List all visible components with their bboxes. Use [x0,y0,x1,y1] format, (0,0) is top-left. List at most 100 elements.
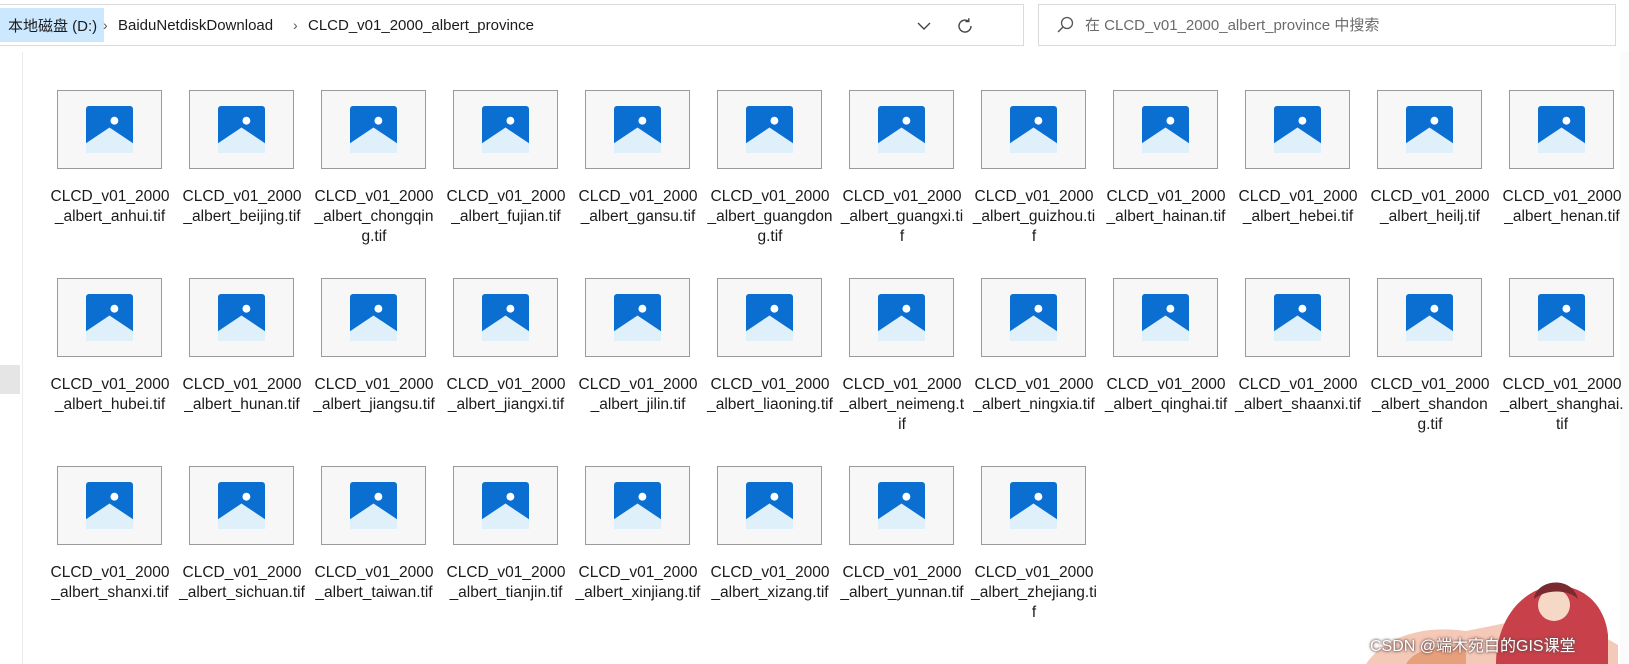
image-file-icon [482,106,529,153]
file-item[interactable]: CLCD_v01_2000_albert_shanghai.tif [1499,272,1629,460]
file-item[interactable]: CLCD_v01_2000_albert_xinjiang.tif [575,460,707,648]
navigation-bar: 本地磁盘 (D:) › BaiduNetdiskDownload › CLCD_… [0,0,1629,52]
file-item[interactable]: CLCD_v01_2000_albert_shandong.tif [1367,272,1499,460]
file-item[interactable]: CLCD_v01_2000_albert_anhui.tif [47,84,179,272]
file-item[interactable]: CLCD_v01_2000_albert_guangxi.tif [839,84,971,272]
file-item[interactable]: CLCD_v01_2000_albert_jilin.tif [575,272,707,460]
search-box[interactable] [1038,4,1616,46]
file-name: CLCD_v01_2000_albert_tianjin.tif [446,564,566,601]
file-item[interactable]: CLCD_v01_2000_albert_sichuan.tif [179,460,311,648]
search-icon [1057,16,1074,33]
file-thumbnail [1245,90,1350,169]
file-thumbnail [717,466,822,545]
file-item[interactable]: CLCD_v01_2000_albert_qinghai.tif [1103,272,1235,460]
file-thumbnail [981,466,1086,545]
breadcrumb-separator-icon[interactable]: › [103,8,108,42]
file-thumbnail [453,278,558,357]
file-name: CLCD_v01_2000_albert_sichuan.tif [179,564,305,601]
file-item[interactable]: CLCD_v01_2000_albert_heilj.tif [1367,84,1499,272]
file-name: CLCD_v01_2000_albert_henan.tif [1502,188,1622,225]
file-item[interactable]: CLCD_v01_2000_albert_hebei.tif [1235,84,1367,272]
image-file-icon [1142,294,1189,341]
breadcrumb-separator-icon[interactable]: › [293,8,298,42]
file-name: CLCD_v01_2000_albert_jilin.tif [578,376,698,413]
file-thumbnail [1509,278,1614,357]
file-thumbnail [189,278,294,357]
file-item[interactable]: CLCD_v01_2000_albert_hainan.tif [1103,84,1235,272]
history-dropdown-button[interactable] [909,11,939,41]
file-item[interactable]: CLCD_v01_2000_albert_zhejiang.tif [971,460,1103,648]
breadcrumb-drive[interactable]: 本地磁盘 (D:) [0,8,105,42]
image-file-icon [878,106,925,153]
file-thumbnail [453,90,558,169]
file-item[interactable]: CLCD_v01_2000_albert_neimeng.tif [839,272,971,460]
file-thumbnail [321,466,426,545]
file-name: CLCD_v01_2000_albert_fujian.tif [446,188,566,225]
file-name: CLCD_v01_2000_albert_qinghai.tif [1104,376,1228,413]
file-name: CLCD_v01_2000_albert_taiwan.tif [314,564,434,601]
image-file-icon [614,106,661,153]
image-file-icon [878,294,925,341]
file-name: CLCD_v01_2000_albert_zhejiang.tif [971,564,1097,621]
file-item[interactable]: CLCD_v01_2000_albert_yunnan.tif [839,460,971,648]
file-item[interactable]: CLCD_v01_2000_albert_tianjin.tif [443,460,575,648]
breadcrumb-current-folder[interactable]: CLCD_v01_2000_albert_province [308,8,534,42]
file-item[interactable]: CLCD_v01_2000_albert_hunan.tif [179,272,311,460]
file-name: CLCD_v01_2000_albert_guizhou.tif [972,188,1096,245]
file-item[interactable]: CLCD_v01_2000_albert_taiwan.tif [311,460,443,648]
watermark-text: CSDN @端木宛白的GIS课堂 [1370,638,1576,655]
file-item[interactable]: CLCD_v01_2000_albert_liaoning.tif [707,272,839,460]
image-file-icon [746,294,793,341]
file-thumbnail [1245,278,1350,357]
file-item[interactable]: CLCD_v01_2000_albert_beijing.tif [179,84,311,272]
file-name: CLCD_v01_2000_albert_liaoning.tif [707,376,833,413]
file-thumbnail [717,278,822,357]
search-input[interactable] [1085,13,1605,37]
file-item[interactable]: CLCD_v01_2000_albert_xizang.tif [707,460,839,648]
image-file-icon [878,482,925,529]
file-thumbnail [453,466,558,545]
file-item[interactable]: CLCD_v01_2000_albert_shaanxi.tif [1235,272,1367,460]
file-item[interactable]: CLCD_v01_2000_albert_chongqing.tif [311,84,443,272]
address-bar[interactable]: 本地磁盘 (D:) › BaiduNetdiskDownload › CLCD_… [0,4,1024,46]
file-thumbnail [321,278,426,357]
file-item[interactable]: CLCD_v01_2000_albert_guizhou.tif [971,84,1103,272]
file-name: CLCD_v01_2000_albert_shaanxi.tif [1235,376,1361,413]
image-file-icon [350,482,397,529]
file-item[interactable]: CLCD_v01_2000_albert_ningxia.tif [971,272,1103,460]
file-name: CLCD_v01_2000_albert_heilj.tif [1370,188,1490,225]
file-item[interactable]: CLCD_v01_2000_albert_hubei.tif [47,272,179,460]
file-item[interactable]: CLCD_v01_2000_albert_jiangxi.tif [443,272,575,460]
file-item[interactable]: CLCD_v01_2000_albert_shanxi.tif [47,460,179,648]
image-file-icon [1274,106,1321,153]
file-thumbnail [189,466,294,545]
navigation-pane-edge [0,52,23,664]
image-file-icon [1538,106,1585,153]
file-name: CLCD_v01_2000_albert_xinjiang.tif [575,564,701,601]
file-thumbnail [57,466,162,545]
file-item[interactable]: CLCD_v01_2000_albert_jiangsu.tif [311,272,443,460]
navigation-pane-resize-handle[interactable] [0,365,20,394]
file-thumbnail [849,466,954,545]
image-file-icon [1538,294,1585,341]
breadcrumb-baidunetdisk[interactable]: BaiduNetdiskDownload [118,8,273,42]
file-thumbnail [1377,278,1482,357]
image-file-icon [218,482,265,529]
file-item[interactable]: CLCD_v01_2000_albert_guangdong.tif [707,84,839,272]
image-file-icon [614,482,661,529]
refresh-button[interactable] [950,11,980,41]
image-file-icon [614,294,661,341]
file-thumbnail [1377,90,1482,169]
file-name: CLCD_v01_2000_albert_gansu.tif [578,188,698,225]
file-grid: CLCD_v01_2000_albert_anhui.tif CLCD_v01_… [47,84,1629,648]
file-item[interactable]: CLCD_v01_2000_albert_fujian.tif [443,84,575,272]
file-name: CLCD_v01_2000_albert_xizang.tif [710,564,830,601]
file-thumbnail [585,90,690,169]
image-file-icon [1406,294,1453,341]
file-item[interactable]: CLCD_v01_2000_albert_gansu.tif [575,84,707,272]
file-name: CLCD_v01_2000_albert_guangdong.tif [707,188,833,245]
image-file-icon [218,294,265,341]
file-item[interactable]: CLCD_v01_2000_albert_henan.tif [1499,84,1629,272]
file-name: CLCD_v01_2000_albert_shanxi.tif [50,564,170,601]
image-file-icon [86,482,133,529]
